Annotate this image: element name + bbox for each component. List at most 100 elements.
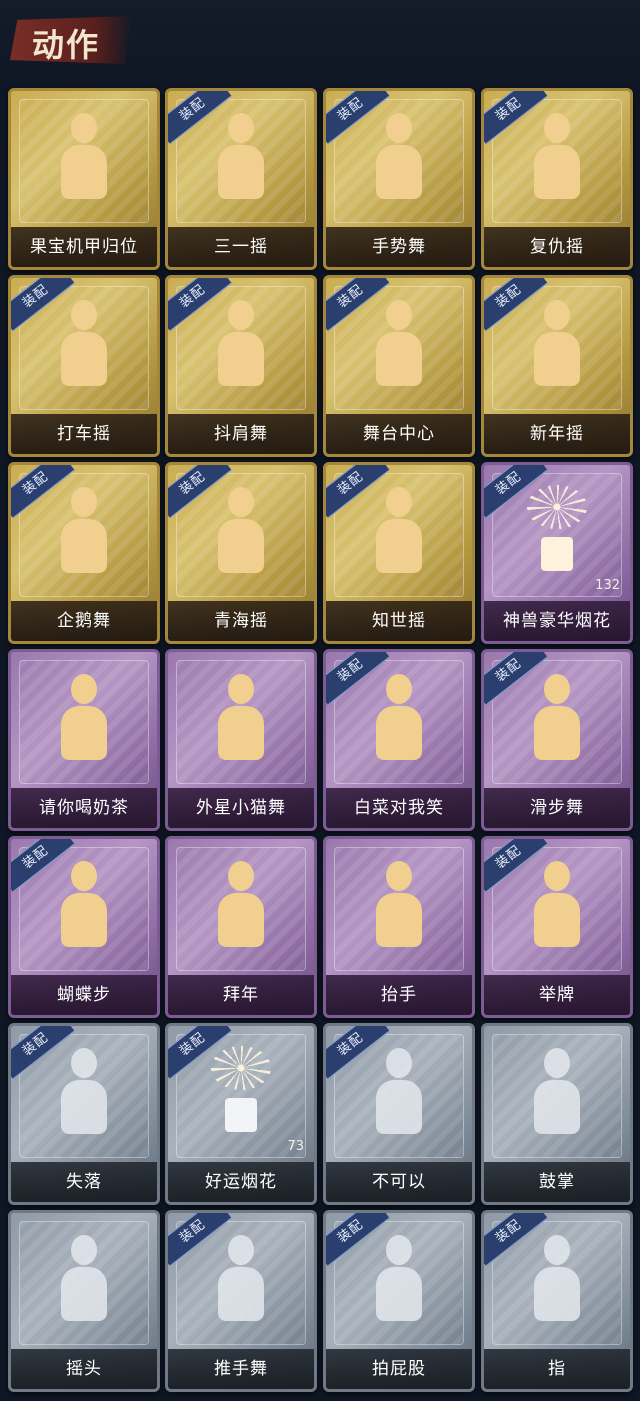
emote-card[interactable]: 企鹅舞 装配 bbox=[8, 462, 160, 644]
pose-head bbox=[71, 113, 97, 143]
firework-burst-icon bbox=[527, 485, 587, 529]
pose-head bbox=[544, 1048, 570, 1078]
character-pose-icon bbox=[49, 1048, 119, 1144]
pose-body bbox=[218, 519, 264, 573]
character-pose-icon bbox=[49, 487, 119, 583]
pose-head bbox=[228, 487, 254, 517]
pose-head bbox=[544, 113, 570, 143]
character-pose-icon bbox=[49, 1235, 119, 1331]
emote-name: 手势舞 bbox=[372, 237, 426, 257]
pose-body bbox=[218, 893, 264, 947]
character-pose-icon bbox=[49, 674, 119, 770]
pose-body bbox=[376, 519, 422, 573]
emote-name: 不可以 bbox=[372, 1172, 426, 1192]
emote-name: 白菜对我笑 bbox=[354, 798, 444, 818]
character-pose-icon bbox=[522, 674, 592, 770]
emote-name: 青海摇 bbox=[214, 611, 268, 631]
item-count: 132 bbox=[595, 578, 620, 593]
pose-body bbox=[534, 332, 580, 386]
pose-head bbox=[228, 861, 254, 891]
character-pose-icon bbox=[522, 113, 592, 209]
pose-head bbox=[386, 1235, 412, 1265]
emote-name: 拍屁股 bbox=[372, 1359, 426, 1379]
emote-card[interactable]: 不可以 装配 bbox=[323, 1023, 475, 1205]
pose-head bbox=[228, 674, 254, 704]
pose-body bbox=[218, 1267, 264, 1321]
emote-card[interactable]: 打车摇 装配 bbox=[8, 275, 160, 457]
pose-head bbox=[544, 1235, 570, 1265]
emote-name: 打车摇 bbox=[57, 424, 111, 444]
emote-name: 外星小猫舞 bbox=[196, 798, 286, 818]
emote-name: 新年摇 bbox=[530, 424, 584, 444]
emote-card[interactable]: 鼓掌 bbox=[481, 1023, 633, 1205]
pose-head bbox=[544, 300, 570, 330]
emote-card[interactable]: 舞台中心 装配 bbox=[323, 275, 475, 457]
pose-body bbox=[376, 893, 422, 947]
character-pose-icon bbox=[364, 300, 434, 396]
emote-card[interactable]: 复仇摇 装配 bbox=[481, 88, 633, 270]
emote-card[interactable]: 抖肩舞 装配 bbox=[165, 275, 317, 457]
pose-body bbox=[376, 1080, 422, 1134]
emote-card[interactable]: 白菜对我笑 装配 bbox=[323, 649, 475, 831]
pose-head bbox=[386, 300, 412, 330]
pose-body bbox=[61, 1267, 107, 1321]
emote-name: 复仇摇 bbox=[530, 237, 584, 257]
pose-head bbox=[544, 674, 570, 704]
emote-card[interactable]: 新年摇 装配 bbox=[481, 275, 633, 457]
emote-card[interactable]: 知世摇 装配 bbox=[323, 462, 475, 644]
emote-card[interactable]: 推手舞 装配 bbox=[165, 1210, 317, 1392]
emote-card[interactable]: 手势舞 装配 bbox=[323, 88, 475, 270]
pose-head bbox=[386, 113, 412, 143]
emote-card[interactable]: 摇头 bbox=[8, 1210, 160, 1392]
emote-card[interactable]: 蝴蝶步 装配 bbox=[8, 836, 160, 1018]
character-pose-icon bbox=[364, 487, 434, 583]
emote-card[interactable]: 拜年 bbox=[165, 836, 317, 1018]
emote-name: 鼓掌 bbox=[539, 1172, 575, 1192]
item-count: 73 bbox=[287, 1139, 304, 1154]
pose-body bbox=[534, 1267, 580, 1321]
emote-card[interactable]: 73 好运烟花 装配 bbox=[165, 1023, 317, 1205]
pose-head bbox=[228, 113, 254, 143]
character-pose-icon bbox=[522, 1048, 592, 1144]
pose-body bbox=[376, 145, 422, 199]
emote-card[interactable]: 外星小猫舞 bbox=[165, 649, 317, 831]
emote-name: 失落 bbox=[66, 1172, 102, 1192]
character-pose-icon bbox=[206, 300, 276, 396]
emote-name: 果宝机甲归位 bbox=[30, 237, 138, 257]
emote-name: 请你喝奶茶 bbox=[39, 798, 129, 818]
pose-body bbox=[61, 1080, 107, 1134]
emote-card[interactable]: 举牌 装配 bbox=[481, 836, 633, 1018]
emote-name: 摇头 bbox=[66, 1359, 102, 1379]
character-pose-icon bbox=[522, 861, 592, 957]
emote-card[interactable]: 请你喝奶茶 bbox=[8, 649, 160, 831]
character-pose-icon bbox=[364, 1235, 434, 1331]
character-pose-icon bbox=[364, 1048, 434, 1144]
character-pose-icon bbox=[206, 113, 276, 209]
pose-body bbox=[376, 332, 422, 386]
character-pose-icon bbox=[49, 861, 119, 957]
emote-card[interactable]: 指装配 bbox=[481, 1210, 633, 1392]
character-pose-icon bbox=[49, 113, 119, 209]
emote-card[interactable]: 抬手 bbox=[323, 836, 475, 1018]
page-title: 动作 bbox=[32, 26, 101, 64]
pose-head bbox=[228, 1235, 254, 1265]
pose-head bbox=[71, 1048, 97, 1078]
pose-head bbox=[386, 674, 412, 704]
emote-name: 神兽豪华烟花 bbox=[503, 611, 611, 631]
emote-card[interactable]: 拍屁股 装配 bbox=[323, 1210, 475, 1392]
emote-card[interactable]: 果宝机甲归位 bbox=[8, 88, 160, 270]
firework-icon bbox=[207, 1046, 275, 1136]
pose-head bbox=[228, 300, 254, 330]
emote-name: 蝴蝶步 bbox=[57, 985, 111, 1005]
character-pose-icon bbox=[364, 674, 434, 770]
emote-card[interactable]: 滑步舞 装配 bbox=[481, 649, 633, 831]
emote-name: 抖肩舞 bbox=[214, 424, 268, 444]
emote-card[interactable]: 失落 装配 bbox=[8, 1023, 160, 1205]
emote-card[interactable]: 132 神兽豪华烟花 装配 bbox=[481, 462, 633, 644]
emote-card[interactable]: 三一摇 装配 bbox=[165, 88, 317, 270]
emote-card[interactable]: 青海摇 装配 bbox=[165, 462, 317, 644]
character-pose-icon bbox=[206, 674, 276, 770]
pose-head bbox=[386, 861, 412, 891]
pose-head bbox=[71, 300, 97, 330]
emote-name: 舞台中心 bbox=[363, 424, 435, 444]
